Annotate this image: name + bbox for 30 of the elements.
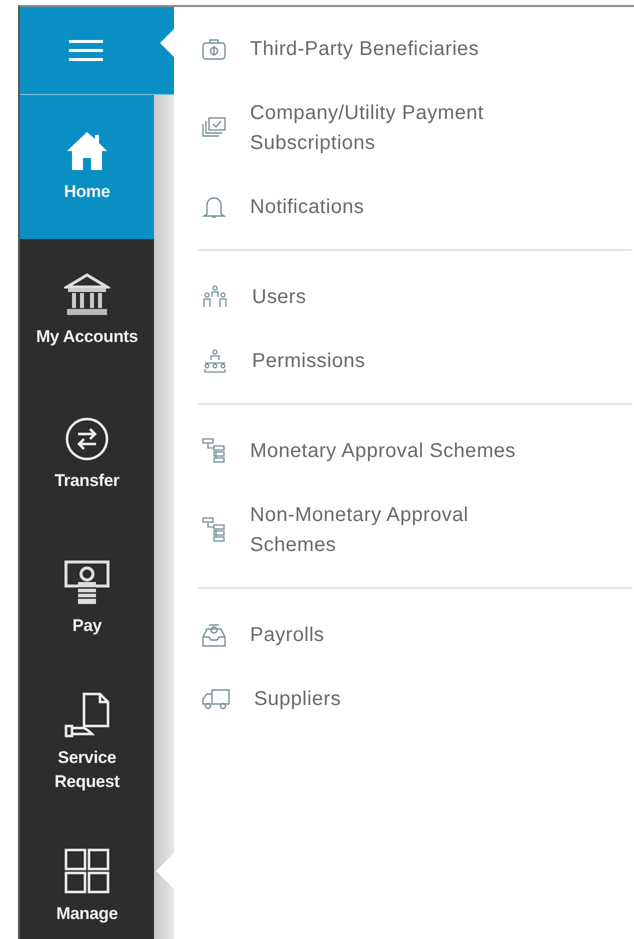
inbox-person-icon: [202, 623, 226, 647]
menu-item[interactable]: Non-Monetary Approval Schemes: [250, 500, 550, 560]
menu-item[interactable]: Permissions: [252, 346, 366, 376]
flow-steps-icon: [202, 438, 226, 464]
house-icon: [65, 130, 109, 172]
bank-icon: [64, 273, 110, 317]
sidebar-item[interactable]: Service Request: [20, 671, 154, 815]
menu-item[interactable]: Suppliers: [254, 684, 341, 714]
menu-item[interactable]: Monetary Approval Schemes: [250, 436, 516, 466]
sidebar-item[interactable]: My Accounts: [20, 239, 154, 383]
menu-item[interactable]: Notifications: [250, 192, 364, 222]
sidebar-item[interactable]: Home: [20, 95, 154, 239]
users-icon: [202, 285, 228, 309]
menu-item[interactable]: Payrolls: [250, 620, 324, 650]
hierarchy-icon: [202, 349, 228, 373]
sidebar-item[interactable]: Manage: [20, 815, 154, 939]
transfer-icon: [65, 417, 109, 461]
bell-icon: [202, 195, 226, 219]
sidebar-item[interactable]: Pay: [20, 527, 154, 671]
stacked-cards-icon: [202, 117, 226, 139]
document-hand-icon: [64, 692, 110, 738]
sidebar-item[interactable]: Transfer: [20, 383, 154, 527]
menu-item[interactable]: Third-Party Beneficiaries: [250, 34, 479, 64]
menu-item[interactable]: Users: [252, 282, 306, 312]
menu-item[interactable]: Company/Utility Payment Subscriptions: [250, 98, 550, 158]
cash-icon: [64, 560, 110, 606]
menu-icon[interactable]: [69, 40, 103, 62]
flow-steps-icon: [202, 517, 226, 543]
grid-icon: [64, 848, 110, 894]
truck-icon: [202, 688, 230, 710]
